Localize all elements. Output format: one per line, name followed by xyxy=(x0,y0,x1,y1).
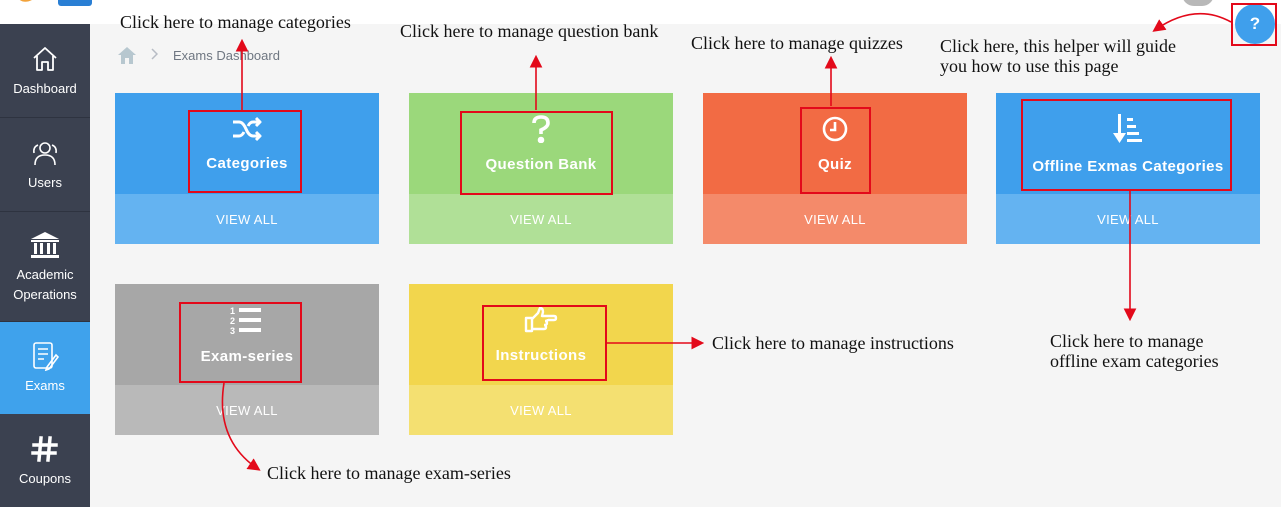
annotation-box-help xyxy=(1231,3,1277,46)
sidebar-item-exams[interactable]: Exams xyxy=(0,322,90,414)
annotation-box-quiz xyxy=(800,107,871,194)
logo-badge xyxy=(58,0,92,6)
sidebar-item-dashboard[interactable]: Dashboard xyxy=(0,24,90,118)
sidebar-item-label: Exams xyxy=(25,378,65,393)
annotation-box-instructions xyxy=(482,305,607,381)
view-all-link[interactable]: VIEW ALL xyxy=(115,194,379,244)
view-all-link[interactable]: VIEW ALL xyxy=(115,385,379,435)
sidebar-item-users[interactable]: Users xyxy=(0,118,90,212)
annotation-helper-line1: Click here, this helper will guide xyxy=(940,36,1176,56)
sidebar-item-label: Academic Operations xyxy=(13,266,77,302)
annotation-categories: Click here to manage categories xyxy=(120,12,351,32)
hashtag-icon xyxy=(29,433,61,465)
view-all-link[interactable]: VIEW ALL xyxy=(409,194,673,244)
annotation-offline-line1: Click here to manage xyxy=(1050,331,1204,351)
annotation-exam-series: Click here to manage exam-series xyxy=(267,463,511,483)
institution-icon xyxy=(29,229,61,261)
annotation-box-question-bank xyxy=(460,111,613,195)
annotation-question-bank: Click here to manage question bank xyxy=(400,21,659,41)
home-icon xyxy=(29,43,61,75)
annotation-helper-line2: you how to use this page xyxy=(940,56,1119,76)
avatar[interactable] xyxy=(1182,0,1214,6)
view-all-link[interactable]: VIEW ALL xyxy=(703,194,967,244)
users-icon xyxy=(29,137,61,169)
home-icon[interactable] xyxy=(118,47,136,69)
view-all-link[interactable]: VIEW ALL xyxy=(996,194,1260,244)
sidebar-item-academic-operations[interactable]: Academic Operations xyxy=(0,212,90,322)
annotation-box-categories xyxy=(188,110,302,193)
annotation-box-offline-exam-categories xyxy=(1021,99,1232,191)
sidebar: Dashboard Users Academic Operations Exam… xyxy=(0,24,90,507)
sidebar-item-label: Users xyxy=(28,174,62,190)
sidebar-item-label: Coupons xyxy=(18,470,72,486)
exam-paper-icon xyxy=(29,340,61,372)
annotation-instructions: Click here to manage instructions xyxy=(712,333,954,353)
annotation-offline-line2: offline exam categories xyxy=(1050,351,1219,371)
breadcrumb-current: Exams Dashboard xyxy=(173,48,280,63)
sidebar-item-label: Dashboard xyxy=(13,80,77,96)
annotation-box-exam-series xyxy=(179,302,302,383)
annotation-quizzes: Click here to manage quizzes xyxy=(691,33,903,53)
view-all-link[interactable]: VIEW ALL xyxy=(409,385,673,435)
logo xyxy=(19,0,32,2)
breadcrumb-separator xyxy=(150,47,159,63)
sidebar-item-coupons[interactable]: Coupons xyxy=(0,414,90,507)
